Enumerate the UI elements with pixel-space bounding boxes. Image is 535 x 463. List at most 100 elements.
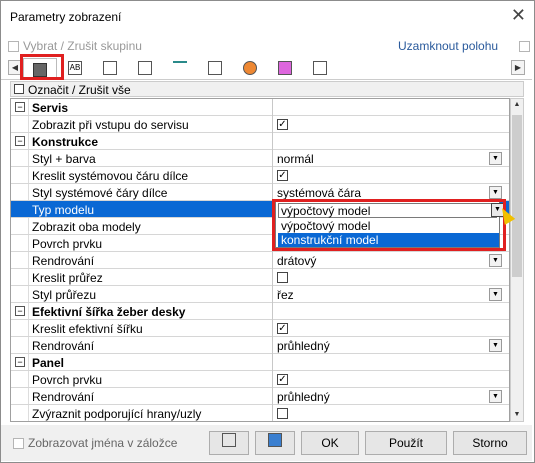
title-bar: Parametry zobrazení ✕ bbox=[1, 1, 532, 31]
tab-calc[interactable] bbox=[128, 58, 162, 78]
select-all-checkbox[interactable] bbox=[14, 84, 24, 94]
property-row[interactable]: Zobrazit při vstupu do servisu ✓ bbox=[11, 116, 509, 133]
column-divider bbox=[272, 354, 273, 371]
column-divider bbox=[272, 337, 273, 354]
property-value[interactable]: průhledný bbox=[277, 339, 330, 353]
property-name: Rendrování bbox=[32, 339, 95, 353]
unchecked-checkbox[interactable] bbox=[277, 408, 288, 419]
column-divider bbox=[272, 116, 273, 133]
property-name: Kreslit průřez bbox=[32, 271, 103, 285]
calc-icon bbox=[138, 61, 152, 75]
property-value[interactable]: průhledný bbox=[277, 390, 330, 404]
select-all-label: Označit / Zrušit vše bbox=[28, 83, 131, 97]
group-row[interactable]: − Konstrukce bbox=[11, 133, 509, 150]
column-divider bbox=[272, 252, 273, 269]
column-divider bbox=[272, 99, 273, 116]
checked-checkbox[interactable]: ✓ bbox=[277, 374, 288, 385]
scroll-down-icon[interactable]: ▼ bbox=[511, 409, 523, 421]
vertical-scrollbar[interactable]: ▲ ▼ bbox=[510, 98, 524, 422]
property-name: Povrch prvku bbox=[32, 237, 103, 251]
tab-chart[interactable] bbox=[198, 58, 232, 78]
checked-checkbox[interactable]: ✓ bbox=[277, 170, 288, 181]
property-name: Kreslit systémovou čáru dílce bbox=[32, 169, 189, 183]
scroll-up-icon[interactable]: ▲ bbox=[511, 99, 523, 111]
show-names-label: Zobrazovat jména v záložce bbox=[28, 436, 178, 450]
property-row[interactable]: Styl + barva normál ▼ bbox=[11, 150, 509, 167]
select-group-checkbox[interactable] bbox=[8, 41, 19, 52]
column-divider bbox=[272, 150, 273, 167]
tab-triangle[interactable] bbox=[93, 58, 127, 78]
window-title: Parametry zobrazení bbox=[10, 10, 122, 24]
chevron-down-icon[interactable]: ▼ bbox=[489, 152, 502, 165]
save-icon bbox=[268, 433, 282, 447]
apply-button[interactable]: Použít bbox=[365, 431, 447, 455]
show-names-checkbox[interactable] bbox=[13, 438, 24, 449]
property-row[interactable]: Styl průřezu řez ▼ bbox=[11, 286, 509, 303]
unchecked-checkbox[interactable] bbox=[277, 272, 288, 283]
dialog-footer: Zobrazovat jména v záložce OK Použít Sto… bbox=[1, 425, 532, 461]
tab-axis[interactable] bbox=[163, 58, 197, 78]
cancel-button[interactable]: Storno bbox=[453, 431, 527, 455]
column-divider bbox=[272, 286, 273, 303]
palette-icon bbox=[243, 61, 257, 75]
tab-palette[interactable] bbox=[233, 58, 267, 78]
property-row[interactable]: Rendrování průhledný ▼ bbox=[11, 388, 509, 405]
lock-position-label[interactable]: Uzamknout polohu bbox=[398, 39, 498, 53]
property-row[interactable]: Povrch prvku ✓ bbox=[11, 371, 509, 388]
chevron-down-icon[interactable]: ▼ bbox=[489, 390, 502, 403]
property-grid: − Servis Zobrazit při vstupu do servisu ✓ − K… bbox=[10, 98, 510, 422]
group-row[interactable]: − Efektivní šířka žeber desky bbox=[11, 303, 509, 320]
chevron-down-icon[interactable]: ▼ bbox=[489, 339, 502, 352]
lock-position-checkbox[interactable] bbox=[519, 41, 530, 52]
property-row[interactable]: Zvýraznit podporující hrany/uzly bbox=[11, 405, 509, 421]
close-icon[interactable]: ✕ bbox=[511, 5, 526, 26]
chevron-down-icon[interactable]: ▼ bbox=[489, 186, 502, 199]
property-row[interactable]: Rendrování drátový ▼ bbox=[11, 252, 509, 269]
property-name: Styl průřezu bbox=[32, 288, 97, 302]
property-row[interactable]: Rendrování průhledný ▼ bbox=[11, 337, 509, 354]
group-row[interactable]: − Panel bbox=[11, 354, 509, 371]
group-row[interactable]: − Servis bbox=[11, 99, 509, 116]
column-divider bbox=[272, 303, 273, 320]
search-icon bbox=[313, 61, 327, 75]
ok-button[interactable]: OK bbox=[301, 431, 359, 455]
tab-search[interactable] bbox=[303, 58, 337, 78]
property-value[interactable]: řez bbox=[277, 288, 294, 302]
checked-checkbox[interactable]: ✓ bbox=[277, 119, 288, 130]
property-row[interactable]: Kreslit efektivní šířku ✓ bbox=[11, 320, 509, 337]
triangle-icon bbox=[103, 61, 117, 75]
property-name: Kreslit efektivní šířku bbox=[32, 322, 143, 336]
scroll-thumb[interactable] bbox=[512, 115, 522, 277]
column-divider bbox=[272, 133, 273, 150]
property-row[interactable]: Kreslit průřez bbox=[11, 269, 509, 286]
tab-scroll-right-icon[interactable]: ▶ bbox=[511, 60, 525, 75]
property-name: Styl systémové čáry dílce bbox=[32, 186, 168, 200]
pencil-icon bbox=[278, 61, 292, 75]
property-value[interactable]: normál bbox=[277, 152, 314, 166]
property-name: Styl + barva bbox=[32, 152, 96, 166]
chevron-down-icon[interactable]: ▼ bbox=[489, 288, 502, 301]
select-all-row[interactable]: Označit / Zrušit vše bbox=[10, 81, 524, 97]
property-value[interactable]: drátový bbox=[277, 254, 316, 268]
group-toolbar: Vybrat / Zrušit skupinu Uzamknout polohu bbox=[1, 34, 532, 56]
text-ab-icon: AB bbox=[68, 61, 82, 75]
chevron-down-icon[interactable]: ▼ bbox=[489, 254, 502, 267]
select-group-label: Vybrat / Zrušit skupinu bbox=[23, 39, 142, 53]
load-icon-button[interactable] bbox=[209, 431, 249, 455]
property-name: Zvýraznit podporující hrany/uzly bbox=[32, 407, 202, 421]
save-icon-button[interactable] bbox=[255, 431, 295, 455]
checked-checkbox[interactable]: ✓ bbox=[277, 323, 288, 334]
column-divider bbox=[272, 167, 273, 184]
collapse-icon[interactable]: − bbox=[15, 136, 25, 146]
tab-strip: ◀ AB ▶ bbox=[1, 56, 532, 80]
collapse-icon[interactable]: − bbox=[15, 102, 25, 112]
property-row[interactable]: Kreslit systémovou čáru dílce ✓ bbox=[11, 167, 509, 184]
property-value[interactable]: systémová čára bbox=[277, 186, 361, 200]
collapse-icon[interactable]: − bbox=[15, 357, 25, 367]
collapse-icon[interactable]: − bbox=[15, 306, 25, 316]
property-name: Povrch prvku bbox=[32, 373, 103, 387]
highlight-tab bbox=[20, 54, 64, 80]
axis-icon bbox=[173, 61, 187, 75]
tab-pencil[interactable] bbox=[268, 58, 302, 78]
property-name: Zobrazit oba modely bbox=[32, 220, 141, 234]
